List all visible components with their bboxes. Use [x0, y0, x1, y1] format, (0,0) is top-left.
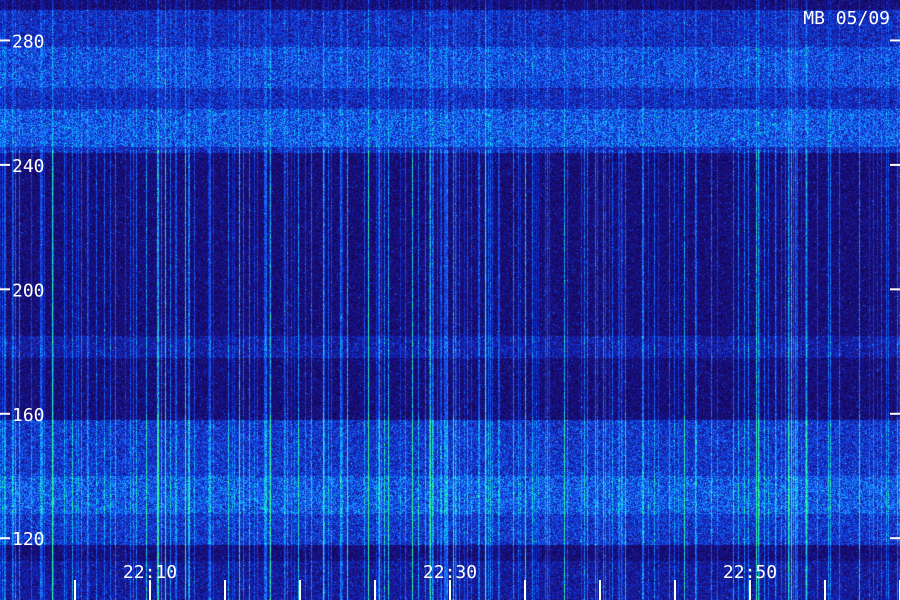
y-axis-right-ticks: [890, 39, 900, 540]
y-tick-label: 240: [12, 156, 45, 177]
spectrogram-chart: MB 05/09 120 160 200 240 280 22:10 22:30 22:50: [0, 0, 900, 600]
x-axis: 22:10 22:30 22:50: [74, 562, 900, 600]
x-tick-label: 22:10: [123, 562, 177, 583]
x-tick-label: 22:30: [423, 562, 477, 583]
y-tick-label: 120: [12, 529, 45, 550]
y-tick-label: 280: [12, 31, 45, 52]
x-tick-label: 22:50: [723, 562, 777, 583]
y-tick-label: 200: [12, 280, 45, 301]
chart-title: MB 05/09: [803, 8, 890, 29]
y-axis: 120 160 200 240 280: [0, 31, 45, 550]
y-tick-label: 160: [12, 405, 45, 426]
chart-overlay: MB 05/09 120 160 200 240 280 22:10 22:30 22:50: [0, 8, 900, 600]
